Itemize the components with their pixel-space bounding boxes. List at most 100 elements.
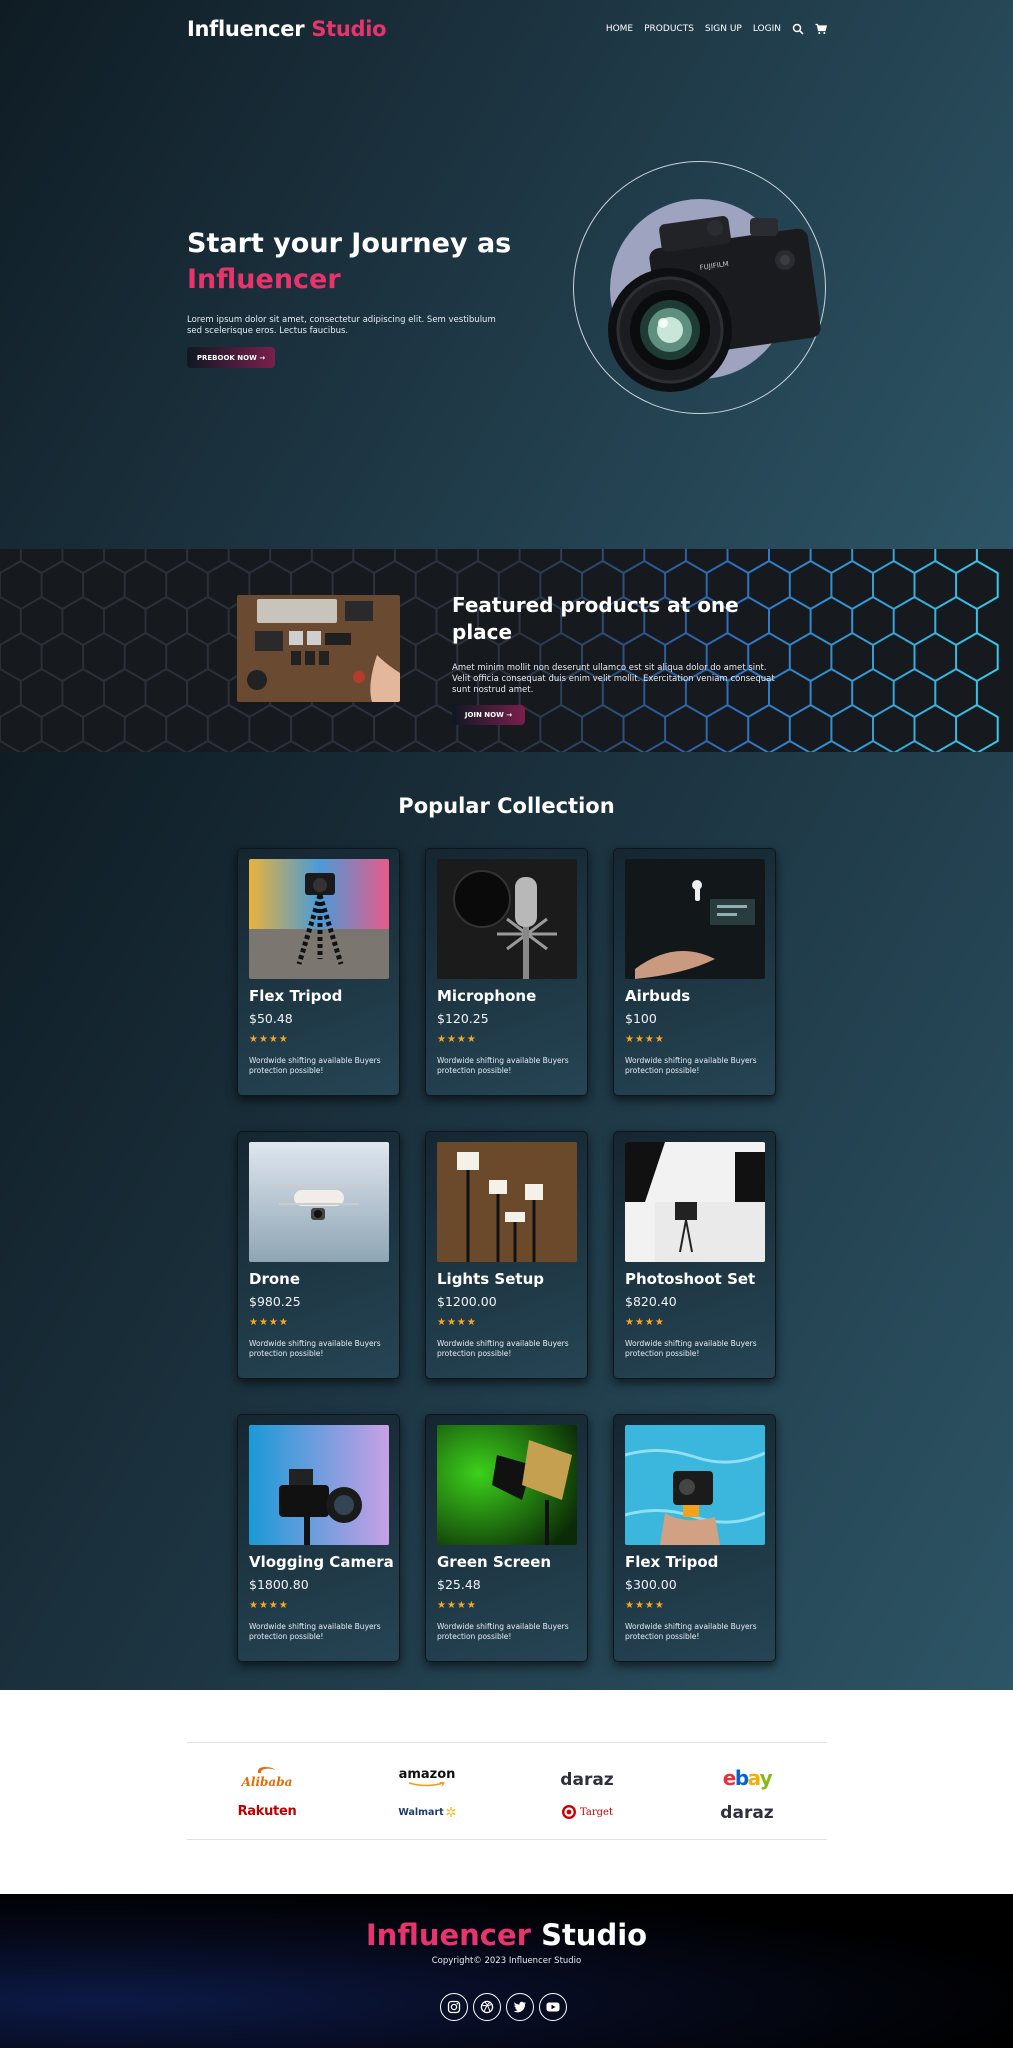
daraz-logo-2[interactable]: daraz: [718, 1803, 776, 1823]
product-name: Airbuds: [625, 987, 691, 1005]
camera-photo: FUJIFILM: [608, 216, 821, 392]
drone-photo: [249, 1142, 389, 1262]
rating-stars: ★★★★: [625, 1034, 665, 1045]
join-now-button[interactable]: JOIN NOW →: [452, 705, 525, 725]
walmart-spark-icon: [446, 1807, 456, 1817]
twitter-icon[interactable]: [506, 1993, 534, 2021]
ebay-letter-y: y: [759, 1766, 773, 1790]
brand-name-part1: Influencer: [187, 17, 305, 41]
brand-name-part2: Studio: [311, 17, 387, 41]
product-card[interactable]: Vlogging Camera $1800.80 ★★★★ Wordwide s…: [237, 1414, 400, 1662]
product-price: $100: [625, 1011, 657, 1026]
rating-stars: ★★★★: [249, 1034, 289, 1045]
footer-logo-part2: Studio: [541, 1918, 648, 1952]
product-name: Flex Tripod: [625, 1553, 719, 1571]
action-camera-photo: [625, 1425, 765, 1545]
rating-stars: ★★★★: [437, 1317, 477, 1328]
rating-stars: ★★★★: [437, 1034, 477, 1045]
lights-photo: [437, 1142, 577, 1262]
product-name: Microphone: [437, 987, 537, 1005]
dribbble-icon[interactable]: [473, 1993, 501, 2021]
product-description: Wordwide shifting available Buyers prote…: [249, 1056, 381, 1075]
alibaba-logo[interactable]: Alibaba: [238, 1765, 296, 1789]
product-price: $1200.00: [437, 1294, 497, 1309]
nav-links: HOME PRODUCTS SIGN UP LOGIN: [606, 23, 827, 35]
hero-title-line1: Start your Journey as: [187, 228, 512, 259]
rating-stars: ★★★★: [249, 1317, 289, 1328]
product-description: Wordwide shifting available Buyers prote…: [437, 1622, 569, 1641]
daraz-logo-1[interactable]: daraz: [558, 1770, 616, 1790]
target-bullseye-icon: [562, 1805, 576, 1819]
daraz-text-2: daraz: [720, 1803, 774, 1823]
product-card[interactable]: Microphone $120.25 ★★★★ Wordwide shiftin…: [425, 848, 588, 1096]
product-card[interactable]: Photoshoot Set $820.40 ★★★★ Wordwide shi…: [613, 1131, 776, 1379]
product-description: Wordwide shifting available Buyers prote…: [625, 1339, 757, 1358]
product-name: Lights Setup: [437, 1270, 544, 1288]
popular-title: Popular Collection: [398, 794, 615, 818]
green-screen-photo: [437, 1425, 577, 1545]
product-price: $1800.80: [249, 1577, 309, 1592]
walmart-logo[interactable]: Walmart: [398, 1802, 456, 1822]
amazon-logo[interactable]: amazon: [398, 1767, 456, 1787]
ebay-letter-e: e: [722, 1766, 737, 1790]
vlog-camera-photo: [249, 1425, 389, 1545]
airbuds-photo: [625, 859, 765, 979]
product-price: $25.48: [437, 1577, 481, 1592]
target-logo[interactable]: Target: [558, 1802, 616, 1822]
gear-flatlay-photo: [237, 595, 400, 702]
product-description: Wordwide shifting available Buyers prote…: [437, 1056, 569, 1075]
product-description: Wordwide shifting available Buyers prote…: [437, 1339, 569, 1358]
product-description: Wordwide shifting available Buyers prote…: [625, 1622, 757, 1641]
brand-logo[interactable]: Influencer Studio: [187, 17, 387, 41]
product-name: Photoshoot Set: [625, 1270, 756, 1288]
product-card[interactable]: Flex Tripod $300.00 ★★★★ Wordwide shifti…: [613, 1414, 776, 1662]
nav-link-products[interactable]: PRODUCTS: [644, 24, 694, 34]
partners-section: [0, 1690, 1013, 1894]
hero-subtitle: Lorem ipsum dolor sit amet, consectetur …: [187, 315, 496, 336]
product-name: Vlogging Camera: [249, 1553, 394, 1571]
walmart-text: Walmart: [398, 1806, 444, 1818]
product-price: $300.00: [625, 1577, 677, 1592]
featured-title: Featured products at one place: [452, 593, 739, 644]
hero-title-line2: Influencer: [187, 264, 341, 295]
alibaba-mark-icon: [257, 1767, 275, 1773]
amazon-text: amazon: [398, 1766, 456, 1782]
product-price: $120.25: [437, 1011, 489, 1026]
footer-logo[interactable]: Influencer Studio: [0, 1918, 1013, 1952]
instagram-icon[interactable]: [440, 1993, 468, 2021]
cart-icon[interactable]: [815, 23, 827, 35]
photoshoot-photo: [625, 1142, 765, 1262]
microphone-photo: [437, 859, 577, 979]
rating-stars: ★★★★: [249, 1600, 289, 1611]
product-card[interactable]: Airbuds $100 ★★★★ Wordwide shifting avai…: [613, 848, 776, 1096]
youtube-icon[interactable]: [539, 1993, 567, 2021]
product-price: $50.48: [249, 1011, 293, 1026]
copyright-text: Copyright© 2023 Influencer Studio: [431, 1956, 582, 1966]
ebay-letter-a: a: [747, 1766, 762, 1790]
featured-text: Amet minim mollit non deserunt ullamco e…: [452, 663, 775, 695]
product-card[interactable]: Flex Tripod $50.48 ★★★★ Wordwide shiftin…: [237, 848, 400, 1096]
rating-stars: ★★★★: [625, 1317, 665, 1328]
rating-stars: ★★★★: [437, 1600, 477, 1611]
rating-stars: ★★★★: [625, 1600, 665, 1611]
rakuten-text: Rakuten: [237, 1803, 297, 1819]
nav-link-home[interactable]: HOME: [606, 24, 633, 34]
partners-divider-top: [187, 1742, 827, 1743]
product-price: $980.25: [249, 1294, 301, 1309]
rakuten-logo[interactable]: Rakuten: [237, 1801, 297, 1821]
product-card[interactable]: Green Screen $25.48 ★★★★ Wordwide shifti…: [425, 1414, 588, 1662]
product-description: Wordwide shifting available Buyers prote…: [625, 1056, 757, 1075]
product-card[interactable]: Lights Setup $1200.00 ★★★★ Wordwide shif…: [425, 1131, 588, 1379]
hero-title: Start your Journey as Influencer: [187, 226, 511, 298]
ebay-logo[interactable]: e b a y: [718, 1766, 776, 1790]
search-icon[interactable]: [792, 23, 804, 35]
product-name: Flex Tripod: [249, 987, 343, 1005]
nav-link-login[interactable]: LOGIN: [753, 24, 781, 34]
product-description: Wordwide shifting available Buyers prote…: [249, 1622, 381, 1641]
product-card[interactable]: Drone $980.25 ★★★★ Wordwide shifting ava…: [237, 1131, 400, 1379]
partners-divider-bottom: [187, 1839, 827, 1840]
prebook-button[interactable]: PREBOOK NOW →: [187, 347, 275, 368]
daraz-text-1: daraz: [560, 1770, 614, 1790]
nav-link-signup[interactable]: SIGN UP: [705, 24, 742, 34]
product-name: Drone: [249, 1270, 301, 1288]
